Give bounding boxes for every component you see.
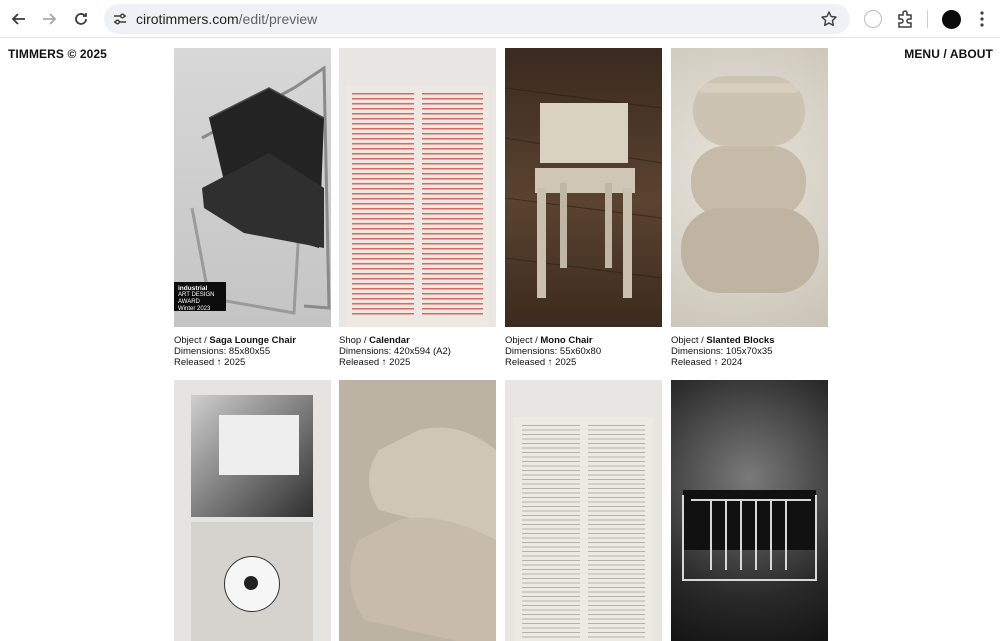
extension-g-icon[interactable]: [864, 10, 882, 28]
award-badge: industrial ART DESIGN AWARD Winter 2023: [174, 282, 226, 312]
toolbar-divider: [927, 10, 928, 28]
product-name: Slanted Blocks: [706, 335, 775, 346]
product-category: Object /: [671, 335, 707, 346]
product-dimensions: Dimensions: 85x80x55: [174, 345, 271, 357]
reload-icon: [75, 13, 87, 25]
menu-about-link[interactable]: MENU / ABOUT: [904, 47, 993, 61]
product-caption: Object / Saga Lounge Chair Dimensions: 8…: [174, 335, 296, 368]
forward-button[interactable]: [38, 8, 60, 30]
product-released: Released ↑ 2025: [174, 356, 246, 368]
product-name: Saga Lounge Chair: [209, 335, 296, 346]
blocks-closeup-illustration: [339, 380, 496, 641]
slanted-blocks-illustration: [681, 76, 819, 293]
url-host: cirotimmers.com: [136, 11, 239, 27]
badge-date: Winter 2023: [178, 306, 211, 312]
product-image-photo-room[interactable]: [174, 380, 331, 641]
browser-toolbar: cirotimmers.com/edit/preview: [0, 0, 1000, 38]
profile-avatar[interactable]: [942, 10, 961, 29]
back-button[interactable]: [8, 8, 30, 30]
product-category: Object /: [174, 335, 210, 346]
product-dimensions: Dimensions: 55x60x80: [505, 345, 602, 357]
product-dimensions: Dimensions: 420x594 (A2): [339, 345, 451, 357]
product-image-blocks-closeup[interactable]: [339, 380, 496, 641]
badge-subtitle: ART DESIGN AWARD: [178, 292, 215, 305]
address-bar[interactable]: cirotimmers.com/edit/preview: [104, 4, 850, 34]
arrow-right-icon: [43, 13, 57, 25]
extensions-puzzle-icon[interactable]: [895, 9, 915, 29]
product-released: Released ↑ 2025: [339, 356, 411, 368]
url-path: /edit/preview: [238, 11, 318, 27]
product-released: Released ↑ 2025: [505, 356, 577, 368]
product-image-mono-chair[interactable]: [505, 48, 662, 327]
product-released: Released ↑ 2024: [671, 356, 743, 368]
product-image-calendar-lines[interactable]: [505, 380, 662, 641]
url-text[interactable]: cirotimmers.com/edit/preview: [136, 11, 317, 27]
product-image-saga-lounge-chair[interactable]: industrial ART DESIGN AWARD Winter 2023: [174, 48, 331, 327]
site-title[interactable]: TIMMERS © 2025: [8, 47, 107, 61]
more-menu-icon[interactable]: [980, 10, 984, 28]
chrome-chair-illustration: [682, 490, 817, 581]
product-dimensions: Dimensions: 105x70x35: [671, 345, 773, 357]
product-caption: Shop / Calendar Dimensions: 420x594 (A2)…: [339, 335, 451, 368]
product-name: Mono Chair: [540, 335, 593, 346]
product-image-calendar[interactable]: [339, 48, 496, 327]
product-image-slanted-blocks[interactable]: [671, 48, 828, 327]
reload-button[interactable]: [70, 8, 92, 30]
bookmark-star-icon[interactable]: [820, 10, 838, 28]
product-category: Shop /: [339, 335, 370, 346]
calendar-poster-lines: [514, 417, 653, 641]
product-caption: Object / Mono Chair Dimensions: 55x60x80…: [505, 335, 602, 368]
product-image-chrome-chair[interactable]: [671, 380, 828, 641]
product-category: Object /: [505, 335, 541, 346]
arrow-left-icon: [11, 13, 25, 25]
mono-chair-illustration: [505, 87, 662, 298]
badge-title: industrial: [178, 285, 208, 292]
calendar-poster: [346, 85, 489, 327]
product-name: Calendar: [369, 335, 410, 346]
product-caption: Object / Slanted Blocks Dimensions: 105x…: [671, 335, 775, 368]
site-settings-icon[interactable]: [112, 11, 128, 27]
